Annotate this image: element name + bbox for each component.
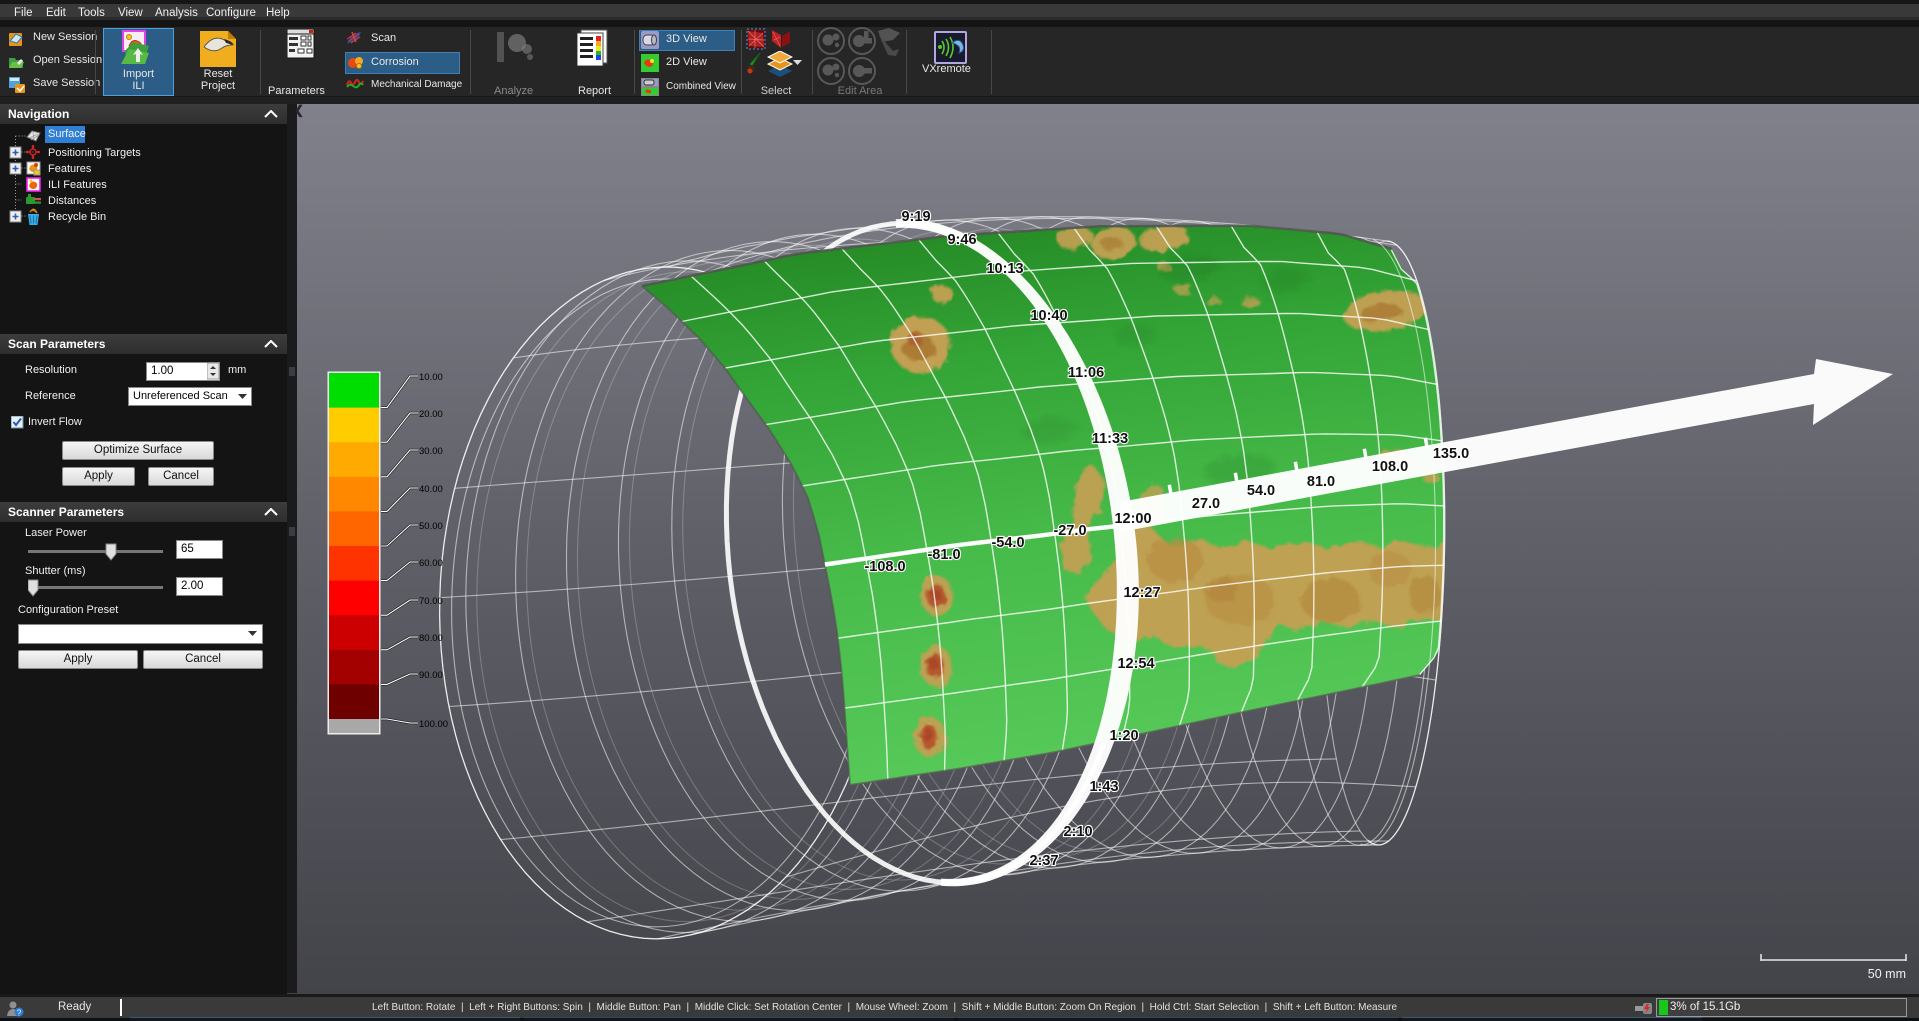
svg-text:10.00: 10.00 bbox=[419, 372, 443, 383]
svg-text:10:13: 10:13 bbox=[986, 261, 1023, 277]
svg-text:81.0: 81.0 bbox=[1307, 474, 1335, 490]
svg-text:10:40: 10:40 bbox=[1030, 308, 1067, 324]
svg-text:60.00: 60.00 bbox=[419, 558, 443, 569]
svg-text:54.0: 54.0 bbox=[1247, 483, 1275, 499]
svg-text:-27.0: -27.0 bbox=[1053, 523, 1086, 539]
svg-text:2:10: 2:10 bbox=[1063, 824, 1092, 840]
svg-text:1:43: 1:43 bbox=[1089, 779, 1118, 795]
svg-text:12:27: 12:27 bbox=[1123, 585, 1160, 601]
svg-text:-108.0: -108.0 bbox=[864, 559, 905, 575]
svg-text:50 mm: 50 mm bbox=[1868, 967, 1906, 981]
svg-text:-54.0: -54.0 bbox=[991, 535, 1024, 551]
svg-text:27.0: 27.0 bbox=[1192, 496, 1220, 512]
svg-text:90.00: 90.00 bbox=[419, 670, 443, 681]
svg-text:40.00: 40.00 bbox=[419, 484, 443, 495]
svg-text:70.00: 70.00 bbox=[419, 596, 443, 607]
svg-text:50.00: 50.00 bbox=[419, 521, 443, 532]
svg-text:?: ? bbox=[17, 1009, 22, 1018]
svg-text:20.00: 20.00 bbox=[419, 409, 443, 420]
svg-text:80.00: 80.00 bbox=[419, 633, 443, 644]
svg-text:9:19: 9:19 bbox=[901, 209, 930, 225]
svg-text:9:46: 9:46 bbox=[947, 232, 976, 248]
svg-text:135.0: 135.0 bbox=[1433, 446, 1469, 462]
svg-text:30.00: 30.00 bbox=[419, 446, 443, 457]
svg-text:12:54: 12:54 bbox=[1117, 656, 1154, 672]
svg-text:11:33: 11:33 bbox=[1092, 431, 1128, 447]
svg-text:2:37: 2:37 bbox=[1029, 853, 1058, 869]
svg-text:12:00: 12:00 bbox=[1114, 511, 1151, 527]
svg-text:11:06: 11:06 bbox=[1068, 365, 1104, 381]
svg-text:108.0: 108.0 bbox=[1372, 459, 1408, 475]
svg-text:100.00: 100.00 bbox=[419, 719, 448, 730]
svg-text:1:20: 1:20 bbox=[1109, 728, 1138, 744]
svg-text:-81.0: -81.0 bbox=[927, 547, 960, 563]
